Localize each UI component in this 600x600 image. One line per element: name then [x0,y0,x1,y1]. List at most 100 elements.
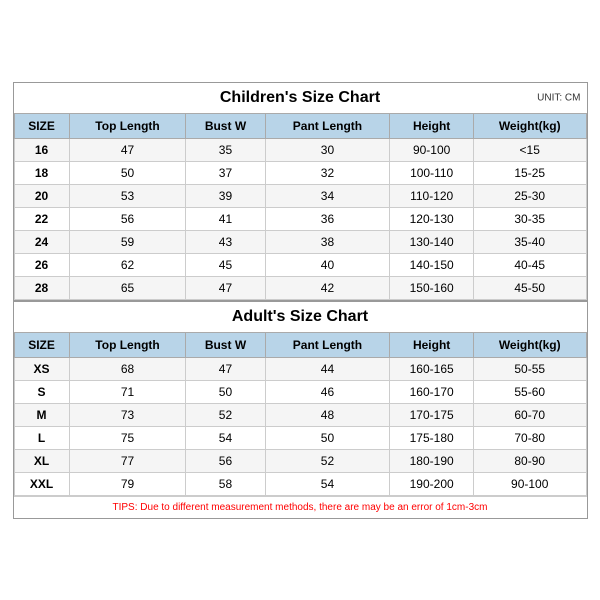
table-row: XXL795854190-20090-100 [14,472,586,495]
children-header-row: SIZE Top Length Bust W Pant Length Heigh… [14,113,586,138]
adult-col-header-bust-w: Bust W [186,332,265,357]
table-cell: 43 [186,230,265,253]
table-cell: 52 [265,449,390,472]
table-cell: 80-90 [473,449,586,472]
table-row: 28654742150-16045-50 [14,276,586,299]
table-cell: 175-180 [390,426,474,449]
table-row: 18503732100-11015-25 [14,161,586,184]
table-row: M735248170-17560-70 [14,403,586,426]
table-cell: 60-70 [473,403,586,426]
table-cell: 65 [69,276,186,299]
table-cell: 47 [69,138,186,161]
table-cell: 52 [186,403,265,426]
table-cell: 50 [69,161,186,184]
adult-col-header-height: Height [390,332,474,357]
table-cell: 150-160 [390,276,474,299]
col-header-weight: Weight(kg) [473,113,586,138]
table-cell: 56 [69,207,186,230]
table-cell: 79 [69,472,186,495]
table-cell: 38 [265,230,390,253]
tips-text: TIPS: Due to different measurement metho… [14,496,587,518]
table-cell: 73 [69,403,186,426]
table-cell: 28 [14,276,69,299]
table-cell: 190-200 [390,472,474,495]
table-cell: 50 [265,426,390,449]
table-cell: 47 [186,276,265,299]
adult-col-header-size: SIZE [14,332,69,357]
adult-header-row: SIZE Top Length Bust W Pant Length Heigh… [14,332,586,357]
col-header-height: Height [390,113,474,138]
adult-table: SIZE Top Length Bust W Pant Length Heigh… [14,332,587,496]
table-cell: 35 [186,138,265,161]
table-cell: 71 [69,380,186,403]
table-cell: 18 [14,161,69,184]
table-cell: 44 [265,357,390,380]
table-cell: 59 [69,230,186,253]
table-cell: 45 [186,253,265,276]
table-cell: 160-165 [390,357,474,380]
table-cell: 15-25 [473,161,586,184]
col-header-pant-length: Pant Length [265,113,390,138]
table-cell: 50-55 [473,357,586,380]
table-cell: 180-190 [390,449,474,472]
table-cell: 75 [69,426,186,449]
table-cell: 20 [14,184,69,207]
table-cell: 50 [186,380,265,403]
table-cell: 36 [265,207,390,230]
table-cell: L [14,426,69,449]
table-cell: 170-175 [390,403,474,426]
col-header-bust-w: Bust W [186,113,265,138]
table-row: 20533934110-12025-30 [14,184,586,207]
table-cell: 24 [14,230,69,253]
unit-label: UNIT: CM [537,92,580,103]
table-cell: 37 [186,161,265,184]
table-cell: S [14,380,69,403]
table-cell: 90-100 [390,138,474,161]
table-cell: 30-35 [473,207,586,230]
table-cell: 54 [186,426,265,449]
table-cell: 48 [265,403,390,426]
table-cell: 45-50 [473,276,586,299]
adult-col-header-top-length: Top Length [69,332,186,357]
table-cell: 35-40 [473,230,586,253]
table-cell: XL [14,449,69,472]
table-cell: 32 [265,161,390,184]
children-title: Children's Size Chart UNIT: CM [14,83,587,113]
table-cell: 54 [265,472,390,495]
table-cell: 55-60 [473,380,586,403]
table-cell: 68 [69,357,186,380]
table-row: XL775652180-19080-90 [14,449,586,472]
table-cell: 26 [14,253,69,276]
col-header-size: SIZE [14,113,69,138]
table-cell: 160-170 [390,380,474,403]
table-cell: 39 [186,184,265,207]
table-cell: 140-150 [390,253,474,276]
table-cell: 53 [69,184,186,207]
col-header-top-length: Top Length [69,113,186,138]
table-cell: 120-130 [390,207,474,230]
table-row: 1647353090-100<15 [14,138,586,161]
table-cell: 41 [186,207,265,230]
table-row: 26624540140-15040-45 [14,253,586,276]
table-cell: 25-30 [473,184,586,207]
adult-col-header-pant-length: Pant Length [265,332,390,357]
table-row: S715046160-17055-60 [14,380,586,403]
children-table: SIZE Top Length Bust W Pant Length Heigh… [14,113,587,300]
table-cell: 30 [265,138,390,161]
table-cell: M [14,403,69,426]
table-cell: <15 [473,138,586,161]
table-cell: 47 [186,357,265,380]
table-row: 24594338130-14035-40 [14,230,586,253]
table-cell: XXL [14,472,69,495]
table-cell: 46 [265,380,390,403]
table-cell: 77 [69,449,186,472]
table-cell: 90-100 [473,472,586,495]
table-cell: 42 [265,276,390,299]
table-cell: 56 [186,449,265,472]
table-cell: 40-45 [473,253,586,276]
table-cell: 100-110 [390,161,474,184]
table-cell: 62 [69,253,186,276]
table-cell: 22 [14,207,69,230]
table-cell: 16 [14,138,69,161]
table-row: L755450175-18070-80 [14,426,586,449]
